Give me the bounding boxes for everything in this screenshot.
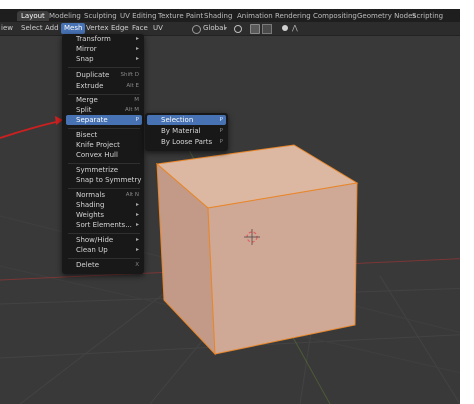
tab-modeling[interactable]: Modeling <box>45 11 85 21</box>
menu-item-sort-elements[interactable]: Sort Elements... ▸ <box>66 220 142 230</box>
pivot-icon[interactable] <box>234 25 242 33</box>
snap-icon[interactable] <box>250 24 260 34</box>
menu-item-duplicate[interactable]: Duplicate Shift D <box>66 70 142 80</box>
menu-divider <box>68 128 140 129</box>
menu-item-normals[interactable]: Normals Alt N <box>66 190 142 200</box>
submenu-arrow-icon: ▸ <box>135 246 139 253</box>
menu-item-merge[interactable]: Merge M <box>66 95 142 105</box>
uv-menu[interactable]: UV <box>150 23 166 34</box>
submenu-arrow-icon: ▸ <box>135 55 139 62</box>
menu-item-snap[interactable]: Snap ▸ <box>66 54 142 64</box>
menu-divider <box>68 163 140 164</box>
menu-item-separate[interactable]: Separate P <box>66 115 142 125</box>
submenu-item-by-material[interactable]: By Material P <box>147 126 226 136</box>
snap-target-icon[interactable] <box>262 24 272 34</box>
menu-item-bisect[interactable]: Bisect <box>66 130 142 140</box>
menu-item-split[interactable]: Split Alt M <box>66 105 142 115</box>
cube[interactable] <box>155 144 359 356</box>
menu-item-convex-hull[interactable]: Convex Hull <box>66 150 142 160</box>
falloff-icon[interactable]: ⋀ <box>292 24 298 32</box>
window-right-edge <box>460 0 474 404</box>
mesh-menu[interactable]: Mesh <box>61 23 86 34</box>
submenu-arrow-icon: ▸ <box>135 211 139 218</box>
submenu-item-selection[interactable]: Selection P <box>147 115 226 125</box>
cube-front-face <box>207 182 358 355</box>
menu-divider <box>68 67 140 68</box>
annotation-arrow-icon <box>0 116 63 139</box>
submenu-arrow-icon: ▸ <box>135 236 139 243</box>
menu-item-weights[interactable]: Weights ▸ <box>66 210 142 220</box>
menu-item-transform[interactable]: Transform ▸ <box>66 34 142 44</box>
proportional-icon[interactable] <box>282 25 288 31</box>
submenu-item-by-loose-parts[interactable]: By Loose Parts P <box>147 137 226 147</box>
face-menu[interactable]: Face <box>129 23 151 34</box>
menu-item-clean-up[interactable]: Clean Up ▸ <box>66 245 142 255</box>
chevron-down-icon[interactable]: ▾ <box>224 25 227 32</box>
menu-divider <box>68 233 140 234</box>
add-menu[interactable]: Add <box>42 23 62 34</box>
submenu-arrow-icon: ▸ <box>135 35 139 42</box>
menu-item-mirror[interactable]: Mirror ▸ <box>66 44 142 54</box>
submenu-arrow-icon: ▸ <box>135 201 139 208</box>
mesh-dropdown-menu: Transform ▸ Mirror ▸ Snap ▸ Duplicate Shift … <box>62 34 144 274</box>
menu-divider <box>68 258 140 259</box>
tab-scripting[interactable]: Scripting <box>408 11 447 21</box>
tab-shading[interactable]: Shading <box>200 11 236 21</box>
window-top-strip <box>0 0 474 9</box>
menu-item-delete[interactable]: Delete X <box>66 260 142 270</box>
separate-submenu: Selection P By Material P By Loose Parts P <box>145 113 228 151</box>
workspace-tabbar: Layout Modeling Sculpting UV Editing Tex… <box>0 9 474 22</box>
menu-item-symmetrize[interactable]: Symmetrize <box>66 165 142 175</box>
menu-item-extrude[interactable]: Extrude Alt E <box>66 81 142 91</box>
tab-sculpting[interactable]: Sculpting <box>80 11 121 21</box>
menu-item-knife-project[interactable]: Knife Project <box>66 140 142 150</box>
view-menu[interactable]: iew <box>0 23 16 34</box>
submenu-arrow-icon: ▸ <box>135 221 139 228</box>
menu-item-snap-to-symmetry[interactable]: Snap to Symmetry <box>66 175 142 185</box>
submenu-arrow-icon: ▸ <box>135 45 139 52</box>
menu-item-shading[interactable]: Shading ▸ <box>66 200 142 210</box>
menu-item-show-hide[interactable]: Show/Hide ▸ <box>66 235 142 245</box>
menu-divider <box>68 188 140 189</box>
